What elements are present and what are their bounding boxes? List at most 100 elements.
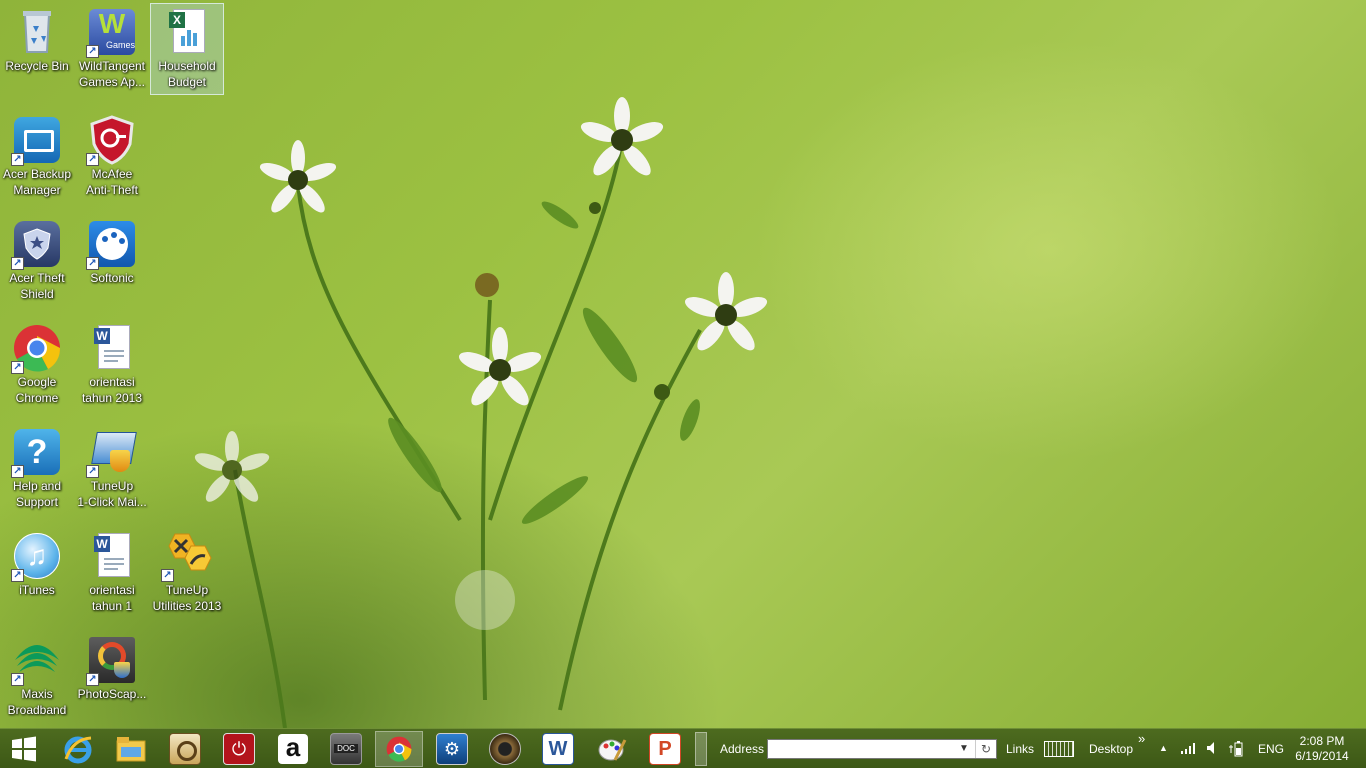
desktop-icon-mcafee-anti-theft[interactable]: ↗ McAfee Anti-Theft [76,112,148,198]
desktop-icon-softonic[interactable]: ↗ Softonic [76,216,148,286]
shortcut-arrow-icon: ↗ [11,361,24,374]
desktop: Recycle Bin ↗ Acer Backup Manager ↗ Acer… [0,0,1366,728]
icon-label-line2: Utilities 2013 [152,599,222,613]
wildtangent-icon: W Games ↗ [86,6,138,58]
desktop-icon-google-chrome[interactable]: ↗ Google Chrome [1,320,73,406]
desktop-toolbar[interactable]: Desktop [1089,742,1133,756]
show-hidden-icons-icon[interactable]: ▲ [1159,743,1168,753]
desktop-icon-itunes[interactable]: ♫ ↗ iTunes [1,528,73,598]
taskbar-settings-app[interactable]: ⚙ [428,731,476,767]
windows-start-icon [12,736,36,762]
desktop-icon-recycle-bin[interactable]: Recycle Bin [1,4,73,74]
chevron-down-icon[interactable]: ▼ [956,740,972,758]
icon-label: McAfee [91,167,133,181]
icon-label: Household [158,59,216,73]
taskbar-speaker-app[interactable] [481,731,529,767]
shortcut-arrow-icon: ↗ [11,465,24,478]
amazon-icon: a [278,734,308,764]
desktop-icon-acer-theft-shield[interactable]: ↗ Acer Theft Shield [1,216,73,302]
tuneup-utilities-icon: ↗ [161,530,213,582]
icon-label: Acer Theft [9,271,65,285]
acer-backup-icon: ↗ [11,114,63,166]
icon-label: TuneUp [90,479,134,493]
network-signal-icon[interactable] [1180,741,1196,755]
wallpaper-flowers [194,97,768,728]
icon-label-line2: 1-Click Mai... [77,495,147,509]
photoscape-icon: ↗ [86,634,138,686]
taskbar-file-explorer[interactable] [107,731,155,767]
refresh-icon[interactable]: ↻ [975,740,996,758]
shortcut-arrow-icon: ↗ [161,569,174,582]
icon-label-line2: Budget [167,75,207,89]
mcafee-shield-icon: ↗ [86,114,138,166]
taskbar-amazon[interactable]: a [269,731,317,767]
acer-theft-shield-icon: ↗ [11,218,63,270]
taskbar-powerpoint[interactable]: P [641,731,689,767]
start-button[interactable] [0,731,48,767]
tuneup-1-click-icon: ↗ [86,426,138,478]
taskbar-media-app[interactable] [161,731,209,767]
icon-label: orientasi [89,583,135,597]
paint-icon [598,739,627,761]
desktop-icon-maxis-broadband[interactable]: ↗ Maxis Broadband [1,632,73,718]
links-toolbar[interactable]: Links [1006,742,1034,756]
desktop-icon-orientasi-tahun-1[interactable]: W orientasi tahun 1 [76,528,148,614]
desktop-icon-orientasi-tahun-2013[interactable]: W orientasi tahun 2013 [76,320,148,406]
shortcut-arrow-icon: ↗ [86,465,99,478]
shortcut-arrow-icon: ↗ [86,673,99,686]
language-indicator[interactable]: ENG [1258,742,1284,756]
shortcut-arrow-icon: ↗ [11,569,24,582]
icon-label-line2: Support [15,495,59,509]
taskbar-internet-explorer[interactable] [54,731,102,767]
battery-power-icon[interactable] [1228,741,1244,757]
powerpoint-icon: P [649,733,681,765]
clock-date: 6/19/2014 [1295,749,1349,763]
clock-time: 2:08 PM [1299,734,1345,748]
taskbar-doc-viewer[interactable]: DOC [322,731,370,767]
recycle-bin-icon [11,6,63,58]
power-icon: ⏻ [223,733,255,765]
desktop-icon-tuneup-utilities-2013[interactable]: ↗ TuneUp Utilities 2013 [151,528,223,614]
volume-icon[interactable] [1206,741,1218,755]
icon-label-line2: Shield [20,287,54,301]
taskbar-chrome[interactable] [375,731,423,767]
desktop-icon-wildtangent-games[interactable]: W Games ↗ WildTangent Games Ap... [76,4,148,90]
doc-label: DOC [334,744,358,753]
shortcut-arrow-icon: ↗ [11,673,24,686]
address-input[interactable] [768,740,964,758]
maxis-icon: ↗ [11,634,63,686]
icon-label: TuneUp [165,583,209,597]
icon-label-line2: Chrome [15,391,59,405]
taskbar-power-app[interactable]: ⏻ [215,731,263,767]
taskbar: ⏻ a DOC ⚙ W P Address ▼ ↻ Links Desktop … [0,728,1366,768]
toolbar-grip[interactable] [695,732,707,766]
softonic-icon: ↗ [86,218,138,270]
toolbar-chevron-icon[interactable]: » [1138,731,1145,746]
icon-label: Maxis [21,687,53,701]
address-bar: ▼ ↻ [767,739,997,759]
desktop-icon-tuneup-1-click[interactable]: ↗ TuneUp 1-Click Mai... [76,424,148,510]
system-clock[interactable]: 2:08 PM 6/19/2014 [1290,734,1354,764]
address-label: Address [720,742,765,756]
desktop-icon-photoscape[interactable]: ↗ PhotoScap... [76,632,148,702]
desktop-icon-acer-backup-manager[interactable]: ↗ Acer Backup Manager [1,112,73,198]
wildtangent-badge: Games [106,40,136,50]
desktop-icon-help-and-support[interactable]: ? ↗ Help and Support [1,424,73,510]
settings-app-icon: ⚙ [436,733,468,765]
shortcut-arrow-icon: ↗ [86,45,99,58]
itunes-icon: ♫ ↗ [11,530,63,582]
word-document-icon: W [86,530,138,582]
icon-label-line2: Broadband [7,703,67,717]
icon-label: Help and [12,479,62,493]
excel-document-icon: X [161,6,213,58]
shortcut-arrow-icon: ↗ [11,153,24,166]
doc-viewer-icon: DOC [330,733,362,765]
chrome-icon: ↗ [11,322,63,374]
icon-label: Acer Backup [2,167,72,181]
chrome-icon [386,736,412,762]
taskbar-word[interactable]: W [534,731,582,767]
internet-explorer-icon [64,736,92,764]
desktop-icon-household-budget[interactable]: X Household Budget [150,3,224,95]
touch-keyboard-icon[interactable] [1044,741,1074,757]
taskbar-paint[interactable] [588,731,636,767]
